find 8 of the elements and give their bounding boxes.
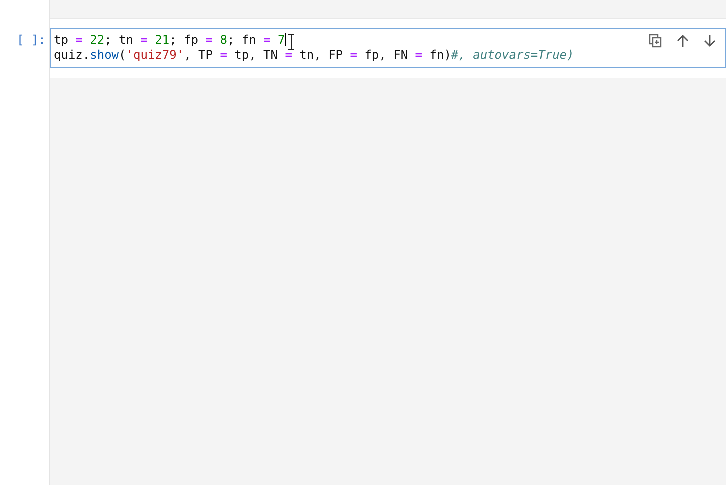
cell-prompt: [ ]: (17, 33, 46, 47)
copy-icon[interactable] (649, 34, 663, 48)
text-cursor-icon (288, 34, 295, 50)
code-line: tp = 22; tn = 21; fp = 8; fn = 7 (54, 33, 286, 48)
code-editor[interactable]: tp = 22; tn = 21; fp = 8; fn = 7 quiz.show('quiz79', TP = tp, TN = tn, FP = fp, FN = fn)#, autovars=True) (50, 28, 726, 68)
code-line: quiz.show('quiz79', TP = tp, TN = tn, FP = fp, FN = fn)#, autovars=True) (54, 48, 574, 63)
arrow-down-icon[interactable] (703, 34, 717, 48)
arrow-up-icon[interactable] (676, 34, 690, 48)
